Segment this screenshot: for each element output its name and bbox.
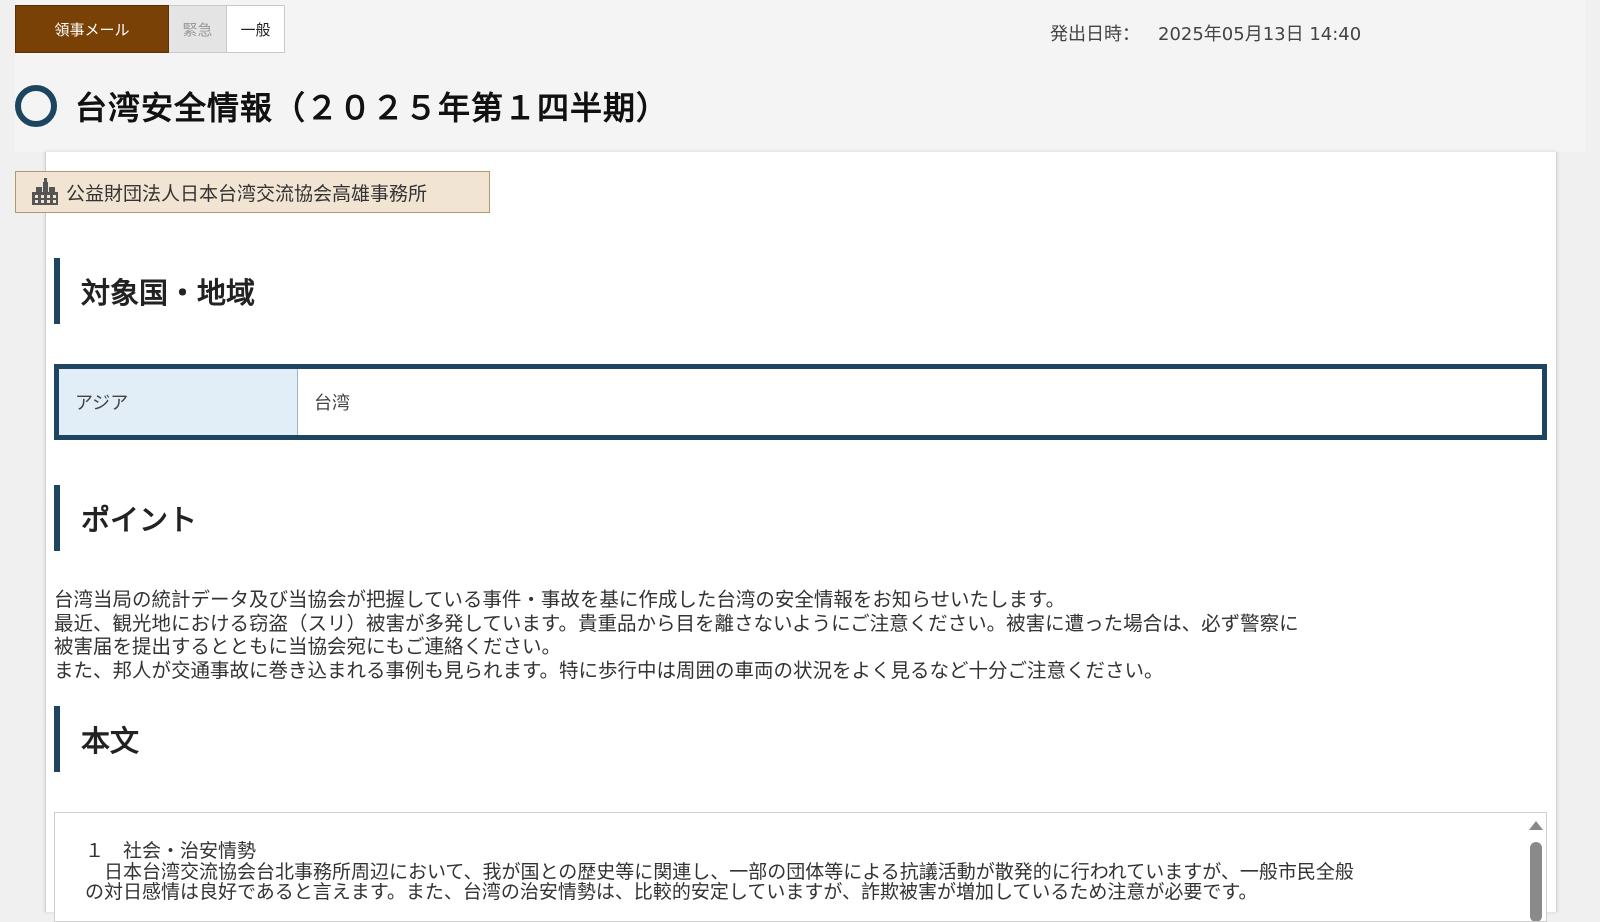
circle-icon	[15, 85, 57, 127]
building-icon	[32, 178, 58, 205]
body-text-box[interactable]: １ 社会・治安情勢 日本台湾交流協会台北事務所周辺において、我が国との歴史等に関…	[54, 812, 1547, 922]
mail-type-tabs: 領事メール 緊急 一般	[15, 5, 285, 53]
body-line: １ 社会・治安情勢	[85, 840, 257, 862]
body-scrollbar[interactable]	[1528, 815, 1544, 921]
points-line: 被害届を提出するとともに当協会宛にもご連絡ください。	[54, 635, 562, 658]
sender-badge: 公益財団法人日本台湾交流協会高雄事務所	[15, 171, 490, 213]
scroll-thumb[interactable]	[1530, 842, 1542, 921]
region-table: アジア 台湾	[54, 364, 1547, 440]
section-heading-points: ポイント	[54, 485, 197, 551]
points-line: 台湾当局の統計データ及び当協会が把握している事件・事故を基に作成した台湾の安全情…	[54, 588, 1066, 611]
points-line: また、邦人が交通事故に巻き込まれる事例も見られます。特に歩行中は周囲の車両の状況…	[54, 658, 1164, 682]
content-panel	[45, 152, 1557, 912]
points-text: 台湾当局の統計データ及び当協会が把握している事件・事故を基に作成した台湾の安全情…	[54, 588, 1554, 682]
page-title: 台湾安全情報（２０２５年第１四半期）	[75, 89, 670, 127]
tab-general[interactable]: 一般	[227, 5, 285, 53]
section-heading-body: 本文	[54, 706, 139, 772]
issued-label: 発出日時：	[1050, 24, 1140, 45]
body-line: 日本台湾交流協会台北事務所周辺において、我が国との歴史等に関連し、一部の団体等に…	[85, 860, 1354, 883]
tab-urgent[interactable]: 緊急	[169, 5, 227, 53]
body-text: １ 社会・治安情勢 日本台湾交流協会台北事務所周辺において、我が国との歴史等に関…	[85, 841, 1354, 903]
title-row: 台湾安全情報（２０２５年第１四半期）	[15, 83, 669, 129]
sender-name: 公益財団法人日本台湾交流協会高雄事務所	[66, 182, 428, 205]
region-country-cell: 台湾	[298, 369, 1542, 435]
issued-datetime: 発出日時： 2025年05月13日 14:40	[1050, 20, 1361, 46]
section-heading-region: 対象国・地域	[54, 258, 255, 324]
tab-consular-mail[interactable]: 領事メール	[15, 5, 169, 53]
issued-value: 2025年05月13日 14:40	[1158, 24, 1362, 45]
body-line: の対日感情は良好であると言えます。また、台湾の治安情勢は、比較的安定していますが…	[85, 881, 1258, 903]
region-area-cell: アジア	[59, 369, 298, 435]
header: 領事メール 緊急 一般 発出日時： 2025年05月13日 14:40 台湾安全…	[15, 0, 1585, 152]
scroll-up-arrow-icon[interactable]	[1529, 821, 1543, 830]
points-line: 最近、観光地における窃盗（スリ）被害が多発しています。貴重品から目を離さないよう…	[54, 611, 1299, 635]
